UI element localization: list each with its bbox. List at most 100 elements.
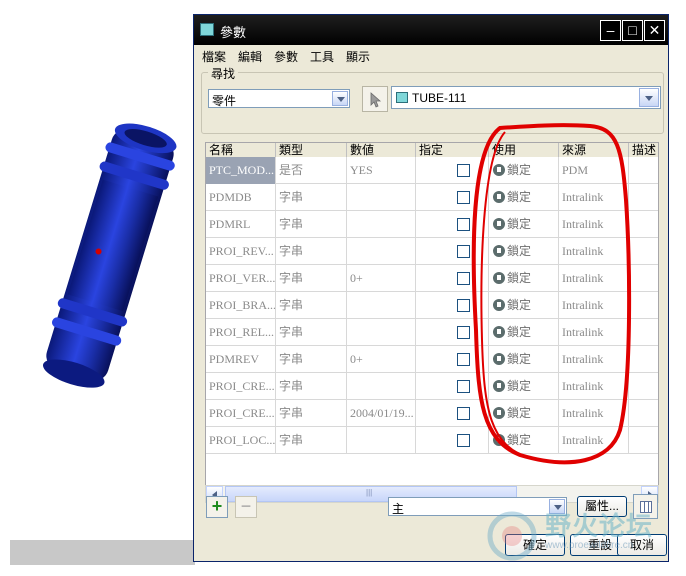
cell-type[interactable]: 是否: [276, 157, 347, 184]
cell-access[interactable]: 鎖定: [489, 157, 559, 184]
column-header-designate[interactable]: 指定: [416, 143, 489, 157]
cell-value[interactable]: YES: [347, 157, 416, 184]
cell-access[interactable]: 鎖定: [489, 211, 559, 238]
column-header-description[interactable]: 描述: [629, 143, 658, 157]
cell-name[interactable]: PROI_BRA...: [206, 292, 276, 319]
remove-parameter-button[interactable]: −: [235, 496, 257, 518]
cell-access[interactable]: 鎖定: [489, 319, 559, 346]
designate-checkbox[interactable]: [457, 299, 470, 312]
cad-viewport[interactable]: [10, 10, 210, 540]
designate-checkbox[interactable]: [457, 218, 470, 231]
designate-checkbox[interactable]: [457, 326, 470, 339]
cell-name[interactable]: PROI_CRE...: [206, 400, 276, 427]
table-row[interactable]: PROI_CRE... 字串 2004/01/19... 鎖定 Intralink: [206, 400, 658, 427]
table-row[interactable]: PTC_MOD... 是否 YES 鎖定 PDM: [206, 157, 658, 184]
cell-source[interactable]: PDM: [559, 157, 629, 184]
chevron-down-icon[interactable]: [549, 499, 565, 514]
table-row[interactable]: PROI_BRA... 字串 鎖定 Intralink: [206, 292, 658, 319]
cell-type[interactable]: 字串: [276, 292, 347, 319]
cell-description[interactable]: [629, 211, 658, 238]
scope-select[interactable]: 零件: [208, 89, 350, 108]
view-filter-select[interactable]: 主: [388, 497, 567, 516]
cell-description[interactable]: [629, 427, 658, 454]
cell-access[interactable]: 鎖定: [489, 184, 559, 211]
menu-tools[interactable]: 工具: [310, 48, 334, 65]
cell-access[interactable]: 鎖定: [489, 400, 559, 427]
cell-source[interactable]: Intralink: [559, 346, 629, 373]
cell-value[interactable]: 0+: [347, 265, 416, 292]
column-header-value[interactable]: 數値: [347, 143, 416, 157]
column-header-name[interactable]: 名稱: [206, 143, 276, 157]
cell-type[interactable]: 字串: [276, 184, 347, 211]
cell-value[interactable]: [347, 184, 416, 211]
designate-checkbox[interactable]: [457, 434, 470, 447]
table-columns-button[interactable]: [633, 494, 658, 519]
cell-description[interactable]: [629, 373, 658, 400]
cell-description[interactable]: [629, 400, 658, 427]
cell-source[interactable]: Intralink: [559, 373, 629, 400]
cell-name[interactable]: PTC_MOD...: [206, 157, 276, 184]
cell-name[interactable]: PROI_CRE...: [206, 373, 276, 400]
table-row[interactable]: PROI_VER... 字串 0+ 鎖定 Intralink: [206, 265, 658, 292]
cell-name[interactable]: PROI_LOC...: [206, 427, 276, 454]
cell-description[interactable]: [629, 265, 658, 292]
cell-name[interactable]: PDMREV: [206, 346, 276, 373]
menu-parameters[interactable]: 參數: [274, 48, 298, 65]
cell-value[interactable]: 2004/01/19...: [347, 400, 416, 427]
cell-type[interactable]: 字串: [276, 346, 347, 373]
cell-value[interactable]: [347, 238, 416, 265]
item-select[interactable]: TUBE-111: [391, 86, 661, 109]
column-header-type[interactable]: 類型: [276, 143, 347, 157]
cell-description[interactable]: [629, 184, 658, 211]
maximize-button[interactable]: □: [622, 20, 643, 41]
cell-source[interactable]: Intralink: [559, 265, 629, 292]
title-bar[interactable]: 參數 – □ ✕: [194, 15, 668, 45]
designate-checkbox[interactable]: [457, 191, 470, 204]
cell-type[interactable]: 字串: [276, 238, 347, 265]
designate-checkbox[interactable]: [457, 272, 470, 285]
cell-source[interactable]: Intralink: [559, 319, 629, 346]
minimize-button[interactable]: –: [600, 20, 621, 41]
designate-checkbox[interactable]: [457, 245, 470, 258]
cell-value[interactable]: [347, 373, 416, 400]
cell-description[interactable]: [629, 346, 658, 373]
close-button[interactable]: ✕: [644, 20, 665, 41]
menu-view[interactable]: 顯示: [346, 48, 370, 65]
cell-source[interactable]: Intralink: [559, 211, 629, 238]
cell-source[interactable]: Intralink: [559, 292, 629, 319]
table-row[interactable]: PROI_CRE... 字串 鎖定 Intralink: [206, 373, 658, 400]
cell-access[interactable]: 鎖定: [489, 292, 559, 319]
cell-source[interactable]: Intralink: [559, 400, 629, 427]
chevron-down-icon[interactable]: [639, 88, 659, 107]
cell-name[interactable]: PROI_VER...: [206, 265, 276, 292]
cell-name[interactable]: PROI_REV...: [206, 238, 276, 265]
cell-access[interactable]: 鎖定: [489, 265, 559, 292]
cell-value[interactable]: [347, 427, 416, 454]
cell-source[interactable]: Intralink: [559, 238, 629, 265]
menu-file[interactable]: 檔案: [202, 48, 226, 65]
cell-type[interactable]: 字串: [276, 265, 347, 292]
designate-checkbox[interactable]: [457, 407, 470, 420]
designate-checkbox[interactable]: [457, 353, 470, 366]
select-pointer-button[interactable]: [362, 86, 388, 112]
cell-type[interactable]: 字串: [276, 400, 347, 427]
cell-access[interactable]: 鎖定: [489, 346, 559, 373]
cell-access[interactable]: 鎖定: [489, 238, 559, 265]
cell-name[interactable]: PDMDB: [206, 184, 276, 211]
table-row[interactable]: PROI_REV... 字串 鎖定 Intralink: [206, 238, 658, 265]
cell-access[interactable]: 鎖定: [489, 427, 559, 454]
cell-type[interactable]: 字串: [276, 427, 347, 454]
table-row[interactable]: PROI_LOC... 字串 鎖定 Intralink: [206, 427, 658, 454]
cell-name[interactable]: PROI_REL...: [206, 319, 276, 346]
cell-access[interactable]: 鎖定: [489, 373, 559, 400]
cell-type[interactable]: 字串: [276, 373, 347, 400]
ok-button[interactable]: 確定: [505, 534, 565, 556]
cell-description[interactable]: [629, 292, 658, 319]
designate-checkbox[interactable]: [457, 380, 470, 393]
cell-description[interactable]: [629, 238, 658, 265]
cell-description[interactable]: [629, 319, 658, 346]
cell-description[interactable]: [629, 157, 658, 184]
cell-type[interactable]: 字串: [276, 319, 347, 346]
column-header-source[interactable]: 來源: [559, 143, 629, 157]
table-row[interactable]: PDMRL 字串 鎖定 Intralink: [206, 211, 658, 238]
